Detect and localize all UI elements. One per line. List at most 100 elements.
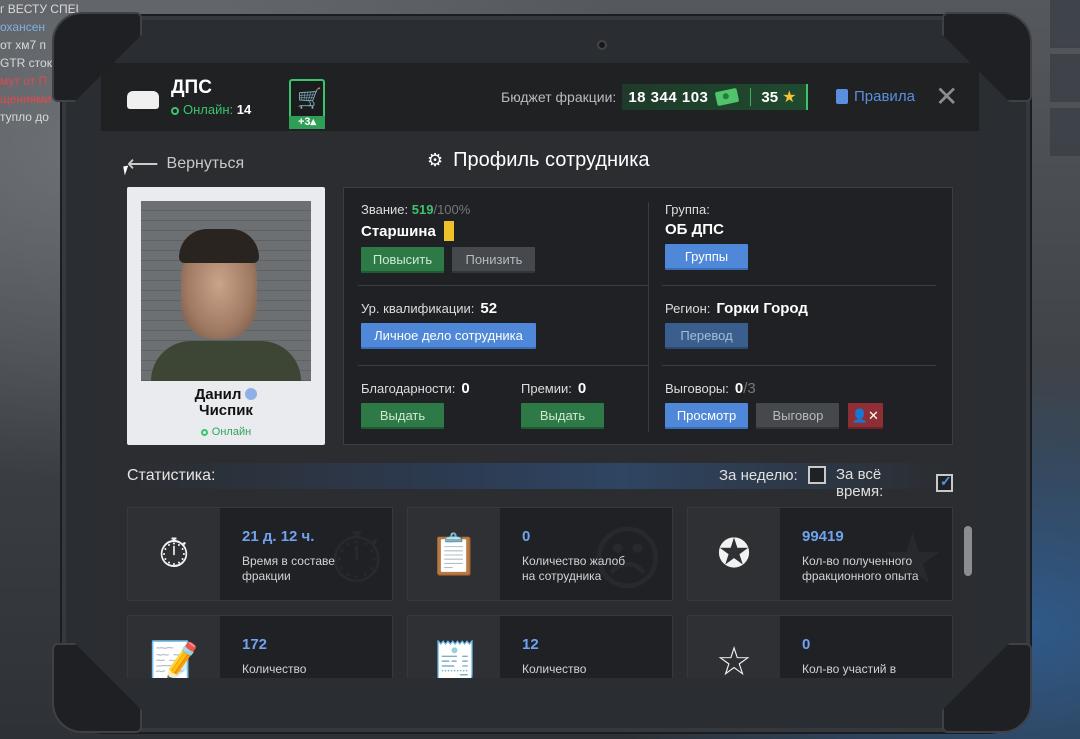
- complaint-icon: 📋: [429, 532, 479, 577]
- bonus-section: Премии: 0 Выдать: [521, 380, 604, 429]
- shop-badge: +3▴: [289, 116, 325, 129]
- stat-description: Кол-во полученного фракционного опыта: [802, 554, 919, 583]
- employee-photo-card: Данил Чиспик Онлайн: [127, 187, 325, 445]
- divider: [662, 365, 936, 366]
- divider: [648, 202, 649, 432]
- warnings-max: /3: [743, 380, 756, 397]
- tablet-screen: ДПС Онлайн: 14 🛒 +3▴ Бюджет фракции: 18 …: [101, 63, 979, 678]
- divider: [358, 285, 648, 286]
- qualification-section: Ур. квалификации: 52 Личное дело сотрудни…: [361, 300, 536, 349]
- rank-max: /100%: [433, 202, 471, 217]
- employee-last-name: Чиспик: [199, 402, 253, 419]
- back-button[interactable]: ⟵ Вернуться: [127, 151, 244, 177]
- thanks-section: Благодарности: 0 Выдать: [361, 380, 470, 429]
- star-icon: ★: [782, 89, 797, 106]
- close-button[interactable]: ✕: [935, 83, 958, 111]
- warnings-value: 0: [734, 380, 744, 397]
- user-remove-icon: 👤✕: [851, 408, 879, 423]
- scrollbar-thumb[interactable]: [964, 526, 972, 576]
- warnings-label: Выговоры:: [665, 381, 729, 396]
- employee-name: Данил Чиспик: [127, 387, 325, 419]
- stat-value: 99419: [802, 528, 844, 545]
- promote-button[interactable]: Повысить: [361, 247, 444, 273]
- budget-separator: [750, 88, 752, 106]
- give-bonus-button[interactable]: Выдать: [521, 403, 604, 429]
- filter-alltime-label: За всё время:: [836, 466, 884, 500]
- budget-amount: 18 344 103: [628, 88, 709, 106]
- tablet-camera: [597, 40, 607, 50]
- rules-link[interactable]: Правила: [836, 88, 915, 105]
- faction-budget: Бюджет фракции: 18 344 103 35 ★: [501, 83, 809, 111]
- filter-week-label: За неделю:: [719, 466, 798, 484]
- stat-description: Количество: [522, 662, 587, 676]
- department-info: ДПС Онлайн: 14: [171, 77, 251, 117]
- stat-card: ⏱ ⏱ 21 д. 12 ч. Время в составефракции: [127, 507, 393, 601]
- stat-card: 📝 172 Количество: [127, 615, 393, 678]
- warnings-section: Выговоры: 0/3 Просмотр Выговор 👤✕: [665, 380, 883, 429]
- hud-button[interactable]: [1050, 108, 1080, 156]
- info-icon[interactable]: [245, 388, 258, 400]
- budget-label: Бюджет фракции:: [501, 89, 617, 105]
- bonus-value: 0: [577, 380, 587, 397]
- rank-name: Старшина: [361, 222, 436, 240]
- group-name: ОБ ДПС: [665, 221, 724, 238]
- online-count: 14: [236, 102, 252, 117]
- view-warnings-button[interactable]: Просмотр: [665, 403, 748, 429]
- issue-warning-button[interactable]: Выговор: [756, 403, 840, 429]
- statistics-title: Статистика:: [127, 467, 216, 484]
- hud-button[interactable]: [1050, 54, 1080, 102]
- cart-icon: 🛒: [297, 88, 322, 110]
- stat-value: 12: [522, 636, 539, 653]
- stat-description: Кол-во участий в: [802, 662, 897, 676]
- online-dot-icon: [200, 429, 208, 436]
- police-car-icon: [125, 79, 161, 115]
- filter-alltime-checkbox[interactable]: [935, 473, 953, 492]
- clipboard-icon: 📝: [149, 640, 199, 679]
- stat-value: 172: [242, 636, 268, 653]
- stat-card: 🧾 12 Количество: [407, 615, 673, 678]
- region-section: Регион: Горки Город Перевод: [665, 300, 808, 349]
- arrow-left-icon: ⟵: [127, 151, 159, 176]
- region-value: Горки Город: [716, 300, 808, 317]
- stat-value: 0: [802, 636, 811, 653]
- stat-value: 21 д. 12 ч.: [242, 528, 315, 545]
- stat-description: Время в составе фракции: [242, 554, 335, 583]
- region-label: Регион:: [665, 301, 711, 316]
- transfer-button[interactable]: Перевод: [665, 323, 748, 349]
- top-bar: ДПС Онлайн: 14 🛒 +3▴ Бюджет фракции: 18 …: [101, 63, 979, 131]
- shop-button[interactable]: 🛒 +3▴: [289, 79, 325, 129]
- thanks-value: 0: [461, 380, 470, 397]
- statistics-header: Статистика: За неделю: За всё время:: [127, 463, 953, 500]
- star-icon: ☆: [716, 640, 752, 678]
- groups-button[interactable]: Группы: [665, 244, 748, 270]
- bonus-label: Премии:: [521, 381, 572, 396]
- money-icon: [715, 87, 740, 107]
- filter-week[interactable]: За неделю:: [719, 466, 826, 484]
- stat-description: Количество жалоб на сотрудника: [522, 554, 626, 583]
- rank-section: Звание: 519/100% Старшина Повысить Пониз…: [361, 202, 536, 273]
- filter-alltime[interactable]: За всё время:: [836, 466, 953, 500]
- hud-side-buttons: [1050, 0, 1080, 180]
- stat-card: 📋 ☹ 0 Количество жалобна сотрудника: [407, 507, 673, 601]
- group-section: Группа: ОБ ДПС Группы: [665, 202, 748, 270]
- demote-button[interactable]: Понизить: [452, 247, 536, 273]
- personal-file-button[interactable]: Личное дело сотрудника: [361, 323, 536, 349]
- group-label: Группа:: [665, 202, 710, 217]
- page-title-text: Профиль сотрудника: [453, 149, 650, 171]
- stat-description: Количество: [242, 662, 307, 676]
- qualification-label: Ур. квалификации:: [361, 301, 475, 316]
- stat-card: ☆ 0 Кол-во участий в: [687, 615, 953, 678]
- filter-week-checkbox[interactable]: [807, 466, 826, 484]
- gear-icon: ⚙: [427, 150, 444, 170]
- give-thanks-button[interactable]: Выдать: [361, 403, 444, 429]
- rank-insignia-icon: [443, 221, 454, 241]
- rules-label: Правила: [854, 88, 915, 105]
- remove-warning-button[interactable]: 👤✕: [847, 403, 883, 429]
- stat-value: 0: [522, 528, 531, 545]
- department-name: ДПС: [171, 77, 212, 98]
- hud-button[interactable]: [1050, 0, 1080, 48]
- page-title: ⚙ Профиль сотрудника: [427, 149, 650, 172]
- divider: [662, 285, 936, 286]
- exp-icon: ✪: [717, 532, 751, 576]
- rank-progress: 519: [411, 202, 434, 217]
